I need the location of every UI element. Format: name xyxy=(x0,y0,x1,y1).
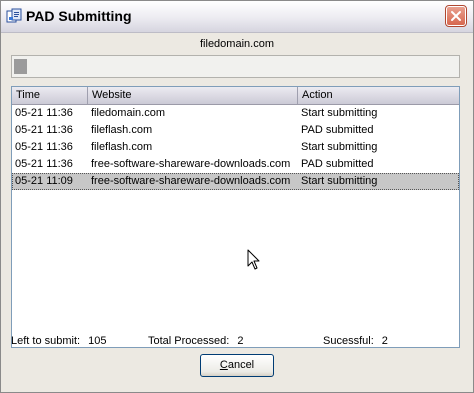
cancel-accelerator: C xyxy=(219,359,228,371)
submission-log-list[interactable]: Time Website Action 05-21 11:36 filedomai… xyxy=(11,86,460,348)
cell-website: fileflash.com xyxy=(91,141,153,153)
left-to-submit-stat: Left to submit: 105 xyxy=(11,335,106,347)
left-to-submit-label: Left to submit: xyxy=(11,335,81,347)
table-row[interactable]: 05-21 11:09 free-software-shareware-downl… xyxy=(12,173,459,190)
successful-label: Sucessful: xyxy=(323,335,374,347)
cell-time: 05-21 11:09 xyxy=(15,175,73,187)
progress-bar xyxy=(11,55,460,78)
left-to-submit-value: 105 xyxy=(88,335,107,347)
list-header: Time Website Action xyxy=(12,87,459,105)
total-processed-label: Total Processed: xyxy=(148,335,230,347)
cell-time: 05-21 11:36 xyxy=(15,141,73,153)
close-button[interactable] xyxy=(445,5,467,27)
table-row[interactable]: 05-21 11:36 filedomain.com Start submittin… xyxy=(12,105,459,122)
column-header-website[interactable]: Website xyxy=(88,87,298,104)
cell-website: free-software-shareware-downloads.com xyxy=(91,158,291,170)
total-processed-stat: Total Processed: 2 xyxy=(148,335,243,347)
dialog-body: filedomain.com Time Website Action 05-21… xyxy=(1,33,473,392)
cell-action: PAD submitted xyxy=(301,124,374,136)
cell-website: fileflash.com xyxy=(91,124,153,136)
cell-action: PAD submitted xyxy=(301,158,374,170)
pad-app-icon xyxy=(6,8,22,23)
mouse-pointer-icon xyxy=(247,249,260,270)
successful-value: 2 xyxy=(381,335,388,347)
current-domain-label: filedomain.com xyxy=(200,38,274,50)
cell-time: 05-21 11:36 xyxy=(15,107,73,119)
title-bar[interactable]: PAD Submitting xyxy=(1,1,473,33)
cell-action: Start submitting xyxy=(301,141,378,153)
cell-action: Start submitting xyxy=(301,175,378,187)
pad-submitting-window: PAD Submitting filedomain.com Time Websi… xyxy=(0,0,474,393)
cancel-button[interactable]: Cancel xyxy=(200,354,274,377)
total-processed-value: 2 xyxy=(237,335,244,347)
column-header-action[interactable]: Action xyxy=(298,87,459,104)
successful-stat: Sucessful: 2 xyxy=(323,335,388,347)
table-row[interactable]: 05-21 11:36 free-software-shareware-downl… xyxy=(12,156,459,173)
table-row[interactable]: 05-21 11:36 fileflash.com PAD submitted xyxy=(12,122,459,139)
cell-time: 05-21 11:36 xyxy=(15,124,73,136)
list-rows: 05-21 11:36 filedomain.com Start submittin… xyxy=(12,105,459,190)
progress-bar-fill xyxy=(14,59,27,74)
cell-website: free-software-shareware-downloads.com xyxy=(91,175,291,187)
window-title: PAD Submitting xyxy=(26,8,132,24)
cell-time: 05-21 11:36 xyxy=(15,158,73,170)
cell-action: Start submitting xyxy=(301,107,378,119)
cell-website: filedomain.com xyxy=(91,107,165,119)
cancel-label-rest: ancel xyxy=(227,359,255,371)
column-header-time[interactable]: Time xyxy=(12,87,88,104)
close-icon xyxy=(451,11,461,21)
table-row[interactable]: 05-21 11:36 fileflash.com Start submitting xyxy=(12,139,459,156)
